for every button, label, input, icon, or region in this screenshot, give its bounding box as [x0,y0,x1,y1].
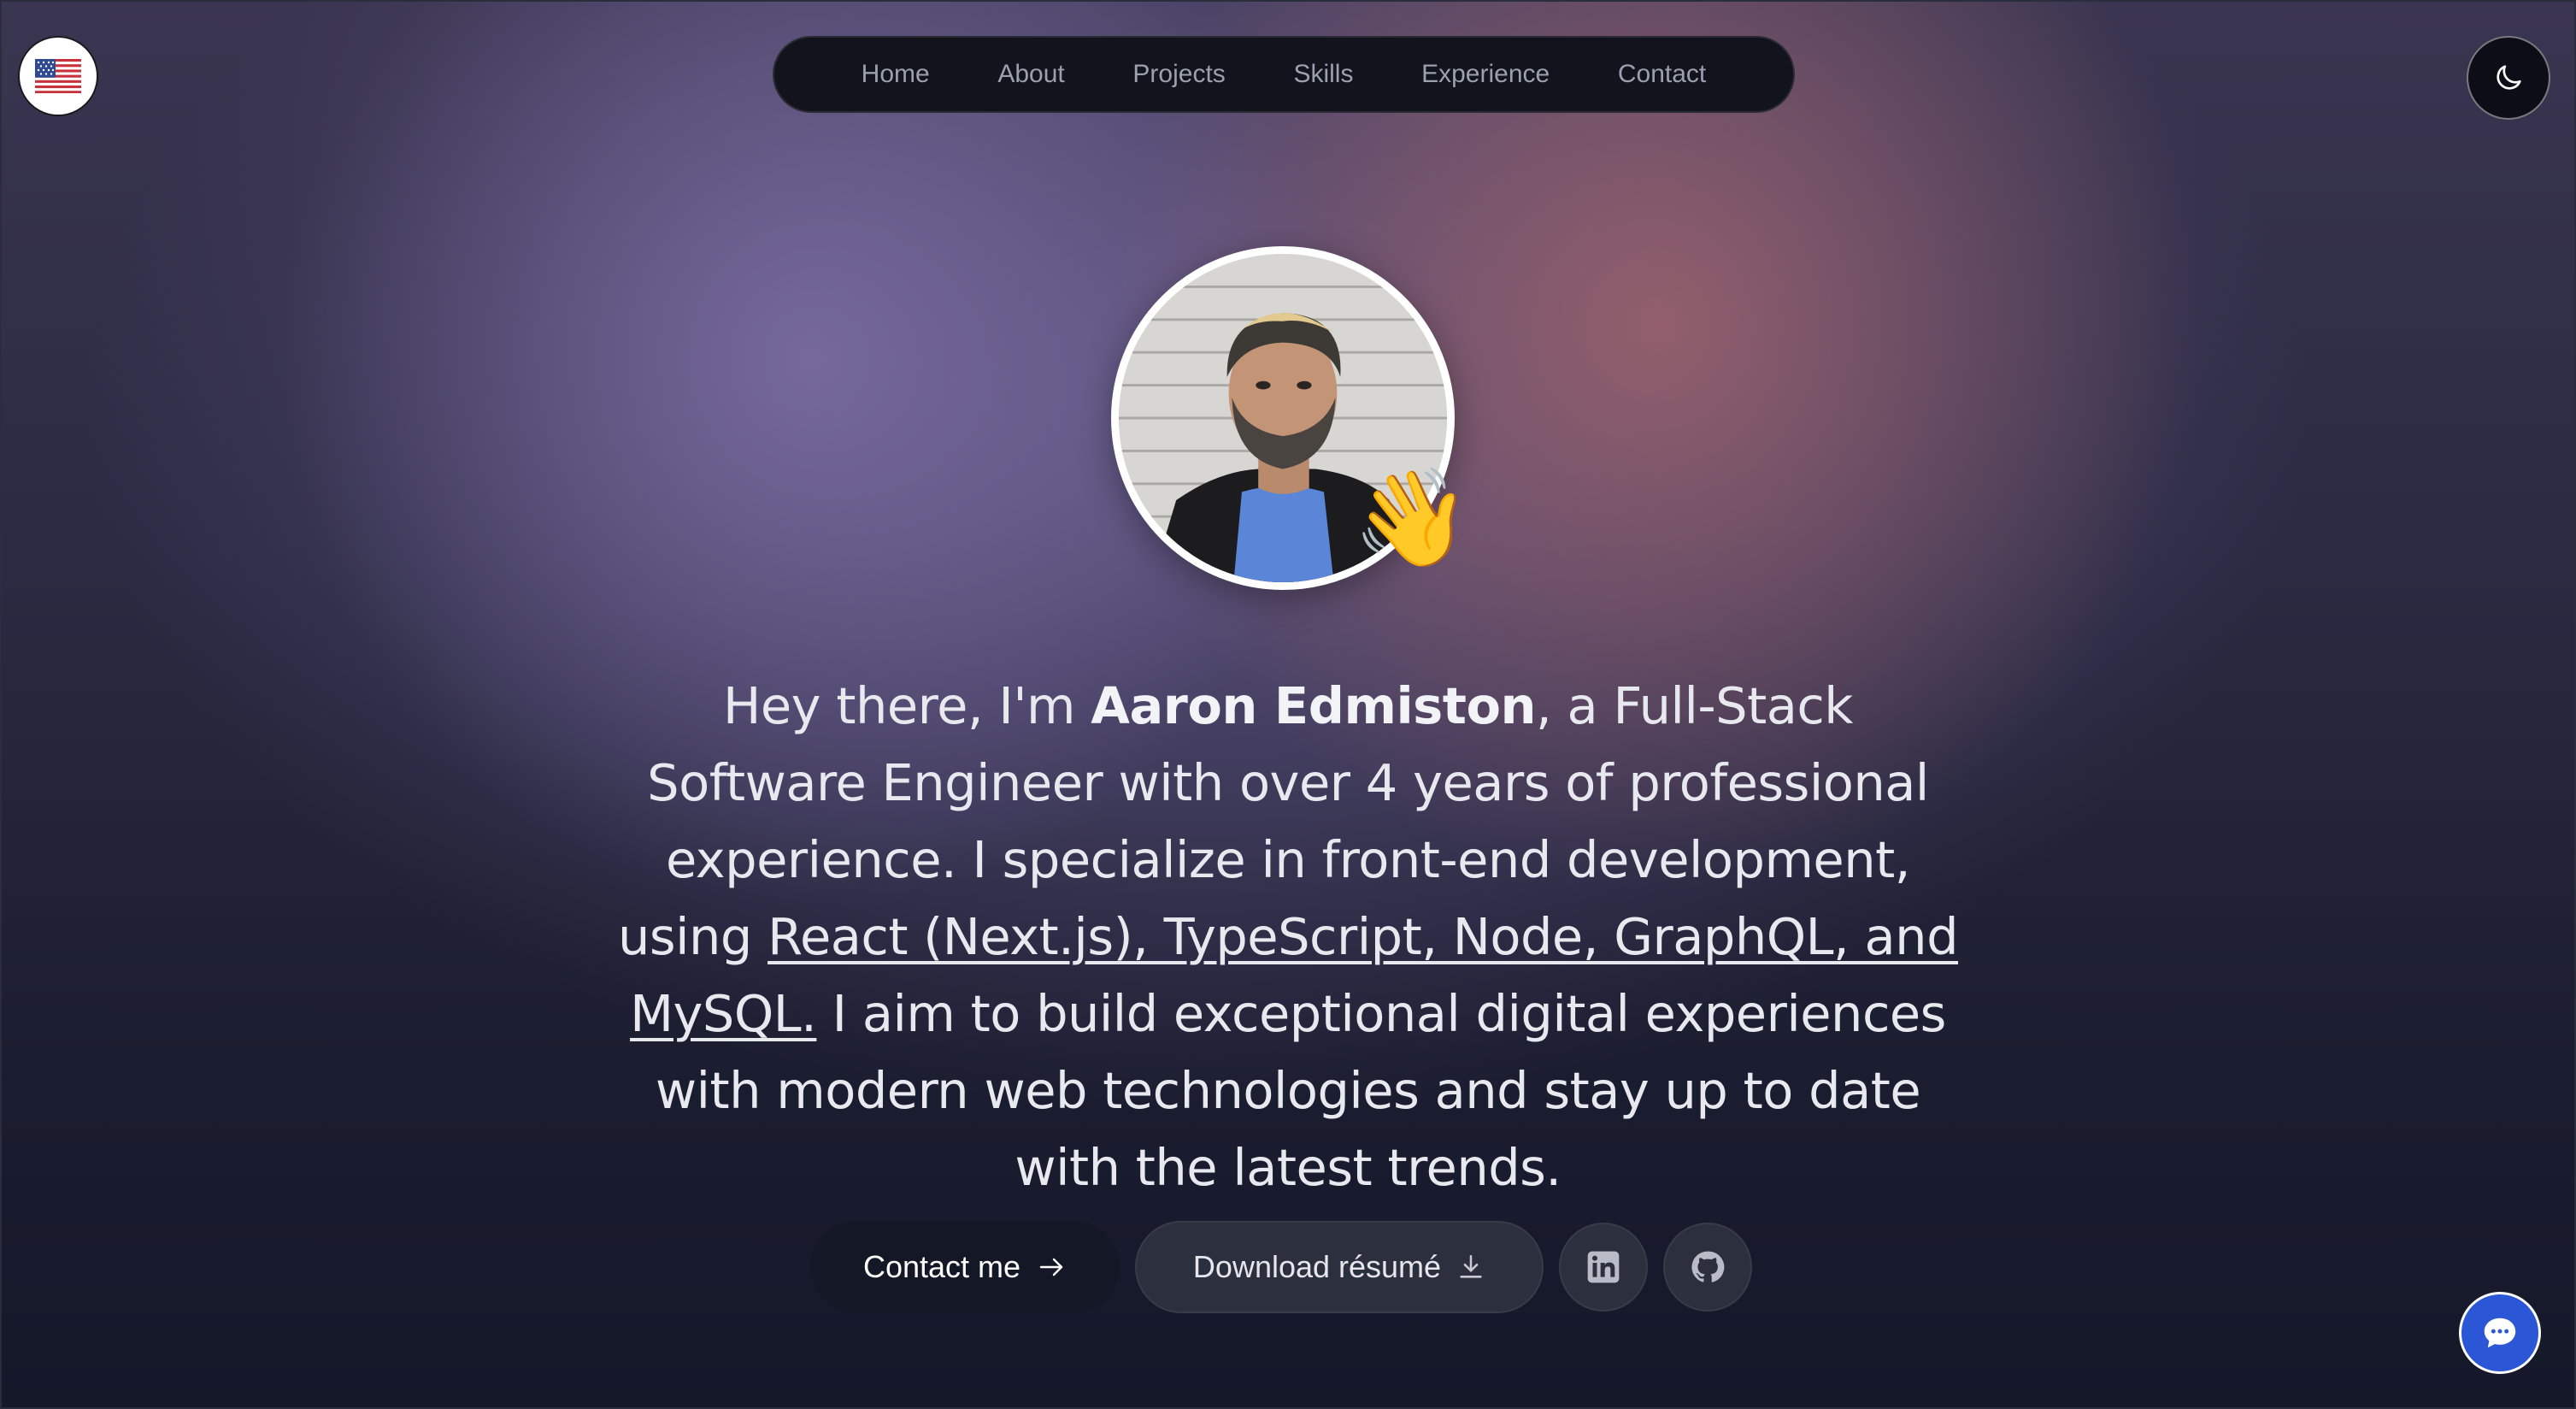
chat-bubble-icon [2484,1318,2516,1348]
nav-about[interactable]: About [997,60,1064,89]
contact-me-label: Contact me [862,1249,1021,1284]
download-resume-label: Download résumé [1192,1249,1442,1284]
intro-prefix: Hey there, I'm [723,676,1091,735]
download-resume-button[interactable]: Download résumé [1135,1221,1544,1313]
contact-me-button[interactable]: Contact me [810,1221,1120,1313]
github-icon [1691,1251,1725,1282]
us-flag-icon [35,59,81,93]
chat-button[interactable] [2459,1292,2541,1374]
nav-projects[interactable]: Projects [1132,60,1225,89]
theme-toggle-button[interactable] [2467,36,2550,120]
linkedin-icon [1587,1251,1620,1283]
nav-home[interactable]: Home [862,60,930,89]
language-switch-button[interactable] [18,36,98,116]
nav-experience[interactable]: Experience [1421,60,1550,89]
profile-avatar: 👋 [1111,246,1471,590]
waving-hand-icon: 👋 [1352,463,1472,574]
profile-name: Aaron Edmiston [1091,676,1537,735]
hero-actions: Contact me Download résumé [810,1221,1752,1313]
linkedin-button[interactable] [1559,1223,1648,1312]
download-icon [1460,1254,1482,1278]
github-button[interactable] [1663,1223,1752,1312]
nav-contact[interactable]: Contact [1618,60,1706,89]
moon-icon [2497,65,2521,90]
main-navigation: Home About Projects Skills Experience Co… [773,36,1795,113]
intro-paragraph: Hey there, I'm Aaron Edmiston, a Full-St… [615,668,1961,1206]
intro-suffix: I aim to build exceptional digital exper… [655,984,1947,1197]
nav-skills[interactable]: Skills [1293,60,1353,89]
arrow-right-icon [1039,1258,1063,1276]
